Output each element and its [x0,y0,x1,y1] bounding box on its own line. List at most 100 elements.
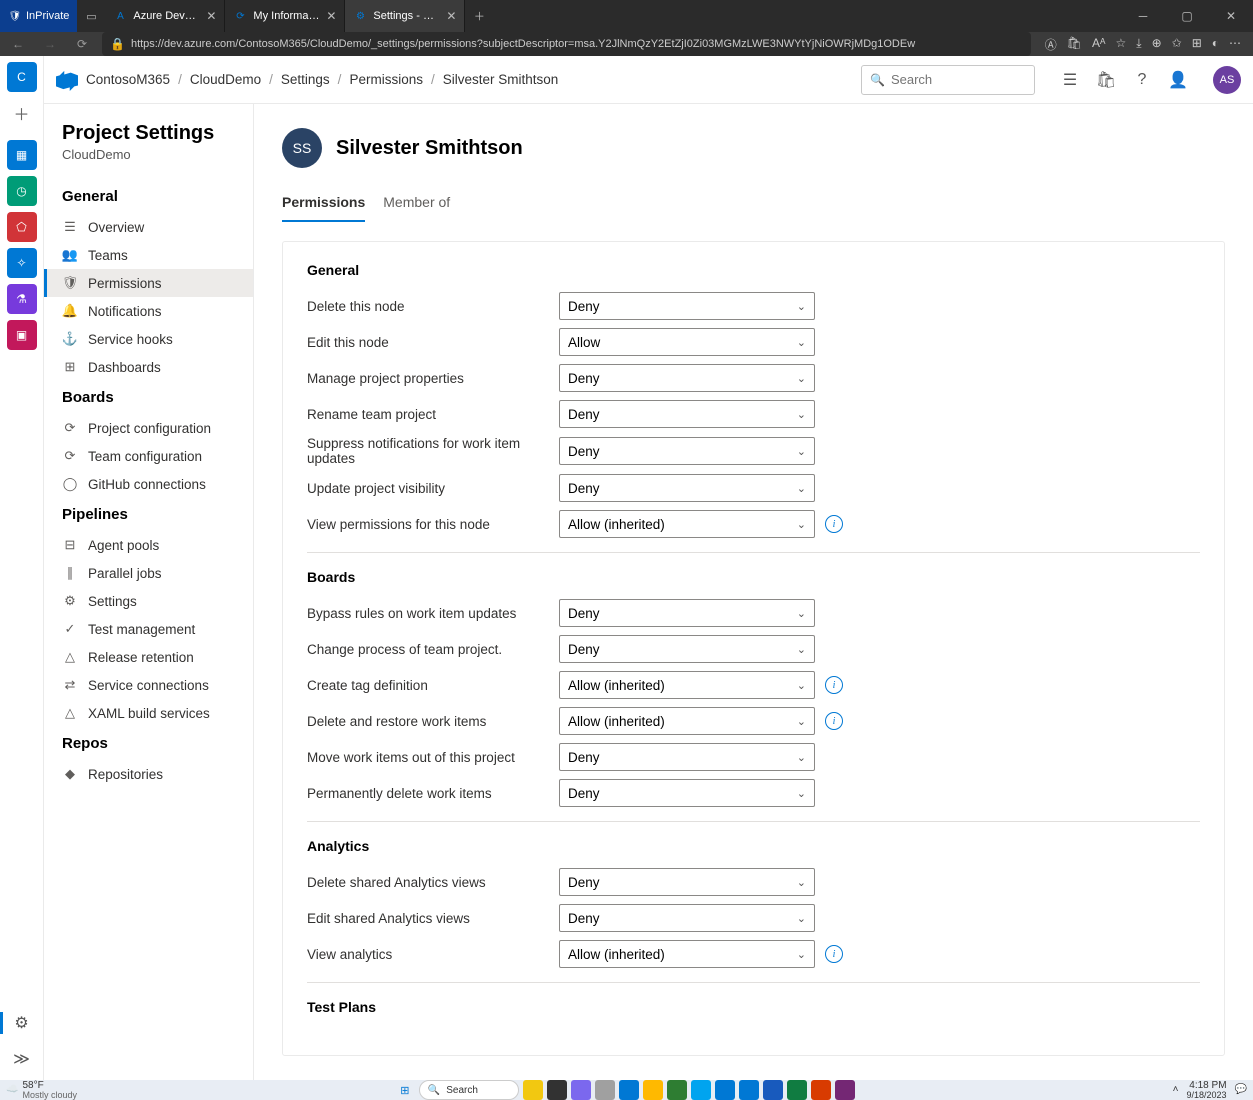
permission-select[interactable]: Allow⌄ [559,328,815,356]
pivot-tab[interactable]: Permissions [282,188,365,222]
taskbar-app[interactable] [595,1080,615,1100]
nav-item[interactable]: ⚓Service hooks [44,325,253,353]
browser-tab[interactable]: ⟳ My Information ✕ [225,0,345,32]
taskbar-app[interactable] [571,1080,591,1100]
marketplace-icon[interactable]: 🛍 [1097,71,1115,89]
taskbar-app[interactable] [523,1080,543,1100]
weather-widget[interactable]: ☁️ 58°F Mostly cloudy [6,1081,77,1100]
taskbar-app[interactable] [763,1080,783,1100]
refresh-button[interactable]: ⟳ [70,32,94,56]
sync-icon[interactable]: ⤓ [1136,36,1141,53]
taskbar-app[interactable] [667,1080,687,1100]
start-button[interactable]: ⊞ [395,1080,415,1100]
breadcrumb-item[interactable]: Settings [281,72,330,87]
nav-item[interactable]: ⟳Team configuration [44,442,253,470]
breadcrumb-item[interactable]: Permissions [349,72,423,87]
nav-item[interactable]: ◯GitHub connections [44,470,253,498]
minimize-button[interactable]: ─ [1121,0,1165,32]
taskbar-app[interactable] [835,1080,855,1100]
nav-item[interactable]: ✓Test management [44,615,253,643]
rail-project[interactable]: C [7,62,37,92]
rail-hub[interactable]: ◷ [7,176,37,206]
breadcrumb-item[interactable]: CloudDemo [190,72,261,87]
more-icon[interactable]: ⋯ [1229,36,1241,53]
nav-item[interactable]: ⇄Service connections [44,671,253,699]
permission-select[interactable]: Deny⌄ [559,779,815,807]
close-window-button[interactable]: ✕ [1209,0,1253,32]
rail-expand-button[interactable]: ≫ [7,1044,37,1074]
rail-hub[interactable]: ⬠ [7,212,37,242]
user-settings-icon[interactable]: 👤 [1169,71,1187,89]
permission-select[interactable]: Deny⌄ [559,743,815,771]
permission-select[interactable]: Deny⌄ [559,868,815,896]
browser-tab[interactable]: ⚙ Settings - Permissions (CloudDe ✕ [345,0,465,32]
avatar[interactable]: AS [1213,66,1241,94]
permission-select[interactable]: Deny⌄ [559,635,815,663]
url-box[interactable]: 🔒 https://dev.azure.com/ContosoM365/Clou… [102,32,1031,56]
tray-chevron-icon[interactable]: ˄ [1173,1085,1179,1095]
search-input[interactable] [891,72,1067,87]
rail-hub[interactable]: ✧ [7,248,37,278]
nav-item[interactable]: ⊞Dashboards [44,353,253,381]
search-box[interactable]: 🔍 [861,65,1035,95]
rail-add-button[interactable]: ＋ [7,98,37,128]
help-icon[interactable]: ? [1133,71,1151,89]
notifications-icon[interactable]: 💬 [1235,1085,1247,1095]
nav-item[interactable]: 🔔Notifications [44,297,253,325]
permission-select[interactable]: Allow (inherited)⌄ [559,940,815,968]
rail-hub[interactable]: ▣ [7,320,37,350]
forward-button[interactable]: → [38,32,62,56]
copilot-icon[interactable]: ◐ [1212,36,1219,53]
favorite-icon[interactable]: ☆ [1115,36,1126,53]
rail-hub[interactable]: ⚗ [7,284,37,314]
tab-overview-button[interactable]: ▭ [77,2,105,30]
nav-item[interactable]: ☰Overview [44,213,253,241]
nav-item[interactable]: △Release retention [44,643,253,671]
back-button[interactable]: ← [6,32,30,56]
permission-select[interactable]: Allow (inherited)⌄ [559,707,815,735]
taskbar-app[interactable] [547,1080,567,1100]
close-icon[interactable]: ✕ [206,9,216,23]
permission-select[interactable]: Deny⌄ [559,437,815,465]
breadcrumb-item[interactable]: Silvester Smithtson [443,72,559,87]
taskbar-app[interactable] [787,1080,807,1100]
permission-select[interactable]: Deny⌄ [559,400,815,428]
nav-item[interactable]: ◆Repositories [44,760,253,788]
permission-select[interactable]: Allow (inherited)⌄ [559,510,815,538]
nav-item[interactable]: 👥Teams [44,241,253,269]
azure-devops-logo[interactable] [56,69,78,91]
taskbar-app[interactable] [739,1080,759,1100]
rail-hub[interactable]: ▦ [7,140,37,170]
nav-item[interactable]: ∥Parallel jobs [44,559,253,587]
breadcrumb-item[interactable]: ContosoM365 [86,72,170,87]
nav-item[interactable]: ⊟Agent pools [44,531,253,559]
permission-select[interactable]: Deny⌄ [559,904,815,932]
taskbar-app[interactable] [715,1080,735,1100]
nav-item[interactable]: 🛡Permissions [44,269,253,297]
new-tab-button[interactable]: ＋ [465,8,493,24]
taskbar-app[interactable] [643,1080,663,1100]
task-list-icon[interactable]: ☰ [1061,71,1079,89]
permission-select[interactable]: Allow (inherited)⌄ [559,671,815,699]
permission-select[interactable]: Deny⌄ [559,599,815,627]
nav-item[interactable]: ⚙Settings [44,587,253,615]
nav-item[interactable]: △XAML build services [44,699,253,727]
taskbar-app[interactable] [619,1080,639,1100]
favorites-list-icon[interactable]: ✩ [1172,36,1182,53]
taskbar-search[interactable]: 🔍 Search [419,1080,519,1100]
maximize-button[interactable]: ▢ [1165,0,1209,32]
taskbar-app[interactable] [811,1080,831,1100]
collections-icon[interactable]: ⊕ [1152,36,1162,53]
taskbar-app[interactable] [691,1080,711,1100]
info-icon[interactable]: i [825,676,843,694]
permission-select[interactable]: Deny⌄ [559,292,815,320]
browser-tab[interactable]: A Azure DevOps - Microsoft Azure ✕ [105,0,225,32]
close-icon[interactable]: ✕ [446,9,456,23]
permission-select[interactable]: Deny⌄ [559,364,815,392]
permission-select[interactable]: Deny⌄ [559,474,815,502]
info-icon[interactable]: i [825,515,843,533]
nav-item[interactable]: ⟳Project configuration [44,414,253,442]
pivot-tab[interactable]: Member of [383,188,450,222]
close-icon[interactable]: ✕ [326,9,336,23]
extensions-icon[interactable]: ⊞ [1192,36,1202,53]
